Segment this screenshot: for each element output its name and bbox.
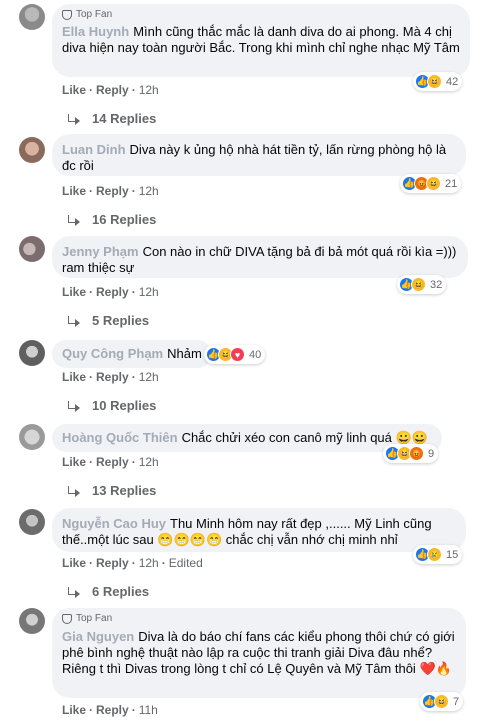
- timestamp[interactable]: 12h: [139, 83, 159, 97]
- comment-text: thế..một lúc sau: [62, 532, 154, 547]
- timestamp[interactable]: 11h: [139, 703, 158, 717]
- comment-bubble: Luan Dinh Diva này k ủng hộ nhà hát tiền …: [52, 134, 466, 176]
- angry-icon: 😡: [409, 446, 424, 461]
- reaction-summary[interactable]: 👍 😢 15: [413, 545, 463, 564]
- comment-actions: Like · Reply · 12h: [62, 455, 159, 469]
- view-replies-link[interactable]: 6 Replies: [68, 584, 149, 599]
- avatar[interactable]: [19, 4, 45, 30]
- commenter-name[interactable]: Hoàng Quốc Thiên: [62, 430, 178, 445]
- avatar[interactable]: [19, 236, 45, 262]
- reply-arrow-icon: [68, 113, 82, 125]
- view-replies-link[interactable]: 10 Replies: [68, 398, 156, 413]
- reply-arrow-icon: [68, 485, 82, 497]
- heart-fire-emoji: ❤️🔥: [419, 661, 452, 676]
- sad-icon: 😢: [427, 547, 442, 562]
- commenter-name[interactable]: Ella Huynh: [62, 24, 129, 39]
- reaction-count: 42: [446, 75, 459, 88]
- comment-text: chắc chị vẫn nhớ chị minh nhỉ: [225, 532, 398, 547]
- avatar[interactable]: [19, 137, 45, 163]
- love-icon: ♥: [230, 347, 245, 362]
- reaction-count: 7: [453, 695, 460, 708]
- view-replies-link[interactable]: 13 Replies: [68, 483, 156, 498]
- shield-icon: [62, 613, 72, 624]
- reply-button[interactable]: Reply: [96, 184, 129, 198]
- like-button[interactable]: Like: [62, 370, 86, 384]
- comment-actions: Like · Reply · 11h: [62, 703, 158, 717]
- reply-arrow-icon: [68, 400, 82, 412]
- reaction-count: 9: [428, 447, 435, 460]
- reaction-count: 21: [445, 177, 458, 190]
- reaction-summary[interactable]: 👍 😆 ♥ 40: [204, 345, 266, 364]
- timestamp[interactable]: 12h: [139, 556, 159, 570]
- reply-arrow-icon: [68, 214, 82, 226]
- haha-icon: 😆: [411, 277, 426, 292]
- commenter-name[interactable]: Nguyễn Cao Huy: [62, 516, 166, 531]
- reaction-summary[interactable]: 👍 😡 😆 21: [400, 174, 462, 193]
- view-replies-link[interactable]: 16 Replies: [68, 212, 156, 227]
- commenter-name[interactable]: Gia Nguyen: [62, 629, 134, 644]
- like-button[interactable]: Like: [62, 703, 86, 717]
- commenter-name[interactable]: Quy Công Phạm: [62, 346, 163, 361]
- timestamp[interactable]: 12h: [139, 285, 159, 299]
- reaction-summary[interactable]: 👍 😆 32: [397, 275, 447, 294]
- edited-label[interactable]: Edited: [169, 556, 203, 570]
- reply-button[interactable]: Reply: [96, 370, 129, 384]
- reaction-count: 40: [249, 348, 262, 361]
- comment-bubble: Nguyễn Cao Huy Thu Minh hôm nay rất đẹp ,…: [52, 508, 466, 552]
- like-button[interactable]: Like: [62, 83, 86, 97]
- comment-bubble: Quy Công Phạm Nhảm: [52, 340, 212, 368]
- like-button[interactable]: Like: [62, 184, 86, 198]
- avatar[interactable]: [19, 340, 45, 366]
- like-button[interactable]: Like: [62, 455, 86, 469]
- grinning-emoji: 😁😁😁😁: [157, 532, 223, 547]
- reply-button[interactable]: Reply: [96, 556, 129, 570]
- reaction-summary[interactable]: 👍 😆 😡 9: [383, 444, 439, 463]
- grinning-emoji: 😀😀: [395, 430, 428, 445]
- top-fan-badge: Top Fan: [62, 9, 112, 20]
- comment-actions: Like · Reply · 12h: [62, 370, 159, 384]
- reaction-summary[interactable]: 👍 😆 7: [420, 692, 464, 711]
- avatar[interactable]: [19, 424, 45, 450]
- view-replies-link[interactable]: 14 Replies: [68, 111, 156, 126]
- commenter-name[interactable]: Luan Dinh: [62, 142, 126, 157]
- comment-bubble: Jenny Phạm Con nào in chữ DIVA tặng bả đi…: [52, 236, 468, 278]
- avatar[interactable]: [19, 509, 45, 535]
- comment-actions: Like · Reply · 12h · Edited: [62, 556, 203, 570]
- commenter-name[interactable]: Jenny Phạm: [62, 244, 139, 259]
- comment-text: Chắc chửi xéo con canô mỹ linh quá: [181, 430, 392, 445]
- comment-text: Nhảm: [167, 346, 202, 361]
- reply-arrow-icon: [68, 315, 82, 327]
- like-button[interactable]: Like: [62, 556, 86, 570]
- timestamp[interactable]: 12h: [139, 184, 159, 198]
- timestamp[interactable]: 12h: [139, 455, 159, 469]
- comment-bubble: Top Fan Gia Nguyen Diva là do báo chí fan…: [52, 608, 466, 698]
- haha-icon: 😆: [426, 176, 441, 191]
- haha-icon: 😆: [427, 74, 442, 89]
- reply-button[interactable]: Reply: [96, 703, 129, 717]
- reply-button[interactable]: Reply: [96, 285, 129, 299]
- reaction-count: 32: [430, 278, 443, 291]
- comment-actions: Like · Reply · 12h: [62, 285, 159, 299]
- comment-actions: Like · Reply · 12h: [62, 184, 159, 198]
- avatar[interactable]: [19, 608, 45, 634]
- haha-icon: 😆: [434, 694, 449, 709]
- reaction-count: 15: [446, 548, 459, 561]
- comment-bubble: Top Fan Ella Huynh Mình cũng thắc mắc là …: [52, 4, 470, 77]
- shield-icon: [62, 9, 72, 20]
- reply-button[interactable]: Reply: [96, 83, 129, 97]
- like-button[interactable]: Like: [62, 285, 86, 299]
- reply-arrow-icon: [68, 586, 82, 598]
- reply-button[interactable]: Reply: [96, 455, 129, 469]
- comment-text: Thu Minh hôm nay rất đẹp ,...... Mỹ Linh…: [170, 516, 432, 531]
- view-replies-link[interactable]: 5 Replies: [68, 313, 149, 328]
- reaction-summary[interactable]: 👍 😆 42: [413, 72, 463, 91]
- top-fan-badge: Top Fan: [62, 613, 112, 624]
- comment-actions: Like · Reply · 12h: [62, 83, 159, 97]
- timestamp[interactable]: 12h: [139, 370, 159, 384]
